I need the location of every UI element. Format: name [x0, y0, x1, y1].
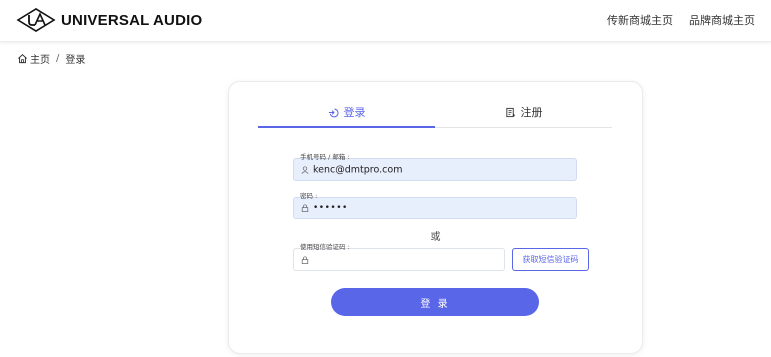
login-card: 登录 注册 手机号码 / 邮箱 : kenc@dmtpro.com 密码 : •… [228, 81, 643, 354]
sms-code-field[interactable]: 使用短信验证码 : [293, 243, 505, 271]
account-label: 手机号码 / 邮箱 : [299, 153, 351, 162]
breadcrumb: 主页 / 登录 [17, 51, 85, 66]
password-value: •••••• [313, 203, 348, 213]
get-sms-code-button[interactable]: 获取短信验证码 [512, 248, 589, 271]
brand-logo[interactable]: UNIVERSAL AUDIO [16, 8, 202, 32]
top-header: UNIVERSAL AUDIO 传新商城主页 品牌商城主页 [0, 0, 771, 42]
home-icon [18, 53, 27, 64]
breadcrumb-current: 登录 [65, 55, 86, 66]
register-icon [505, 107, 515, 117]
password-label: 密码 : [299, 192, 319, 201]
breadcrumb-separator: / [56, 53, 60, 64]
login-icon [328, 108, 339, 117]
user-icon [301, 165, 309, 174]
nav-link-brand-store[interactable]: 品牌商城主页 [689, 12, 755, 28]
breadcrumb-home[interactable]: 主页 [30, 51, 50, 66]
login-submit-button[interactable]: 登 录 [331, 288, 539, 316]
lock-icon [301, 204, 309, 212]
account-value: kenc@dmtpro.com [313, 164, 403, 175]
brand-name: UNIVERSAL AUDIO [61, 11, 203, 29]
tab-register-label: 注册 [520, 106, 543, 119]
account-field[interactable]: 手机号码 / 邮箱 : kenc@dmtpro.com [293, 153, 577, 181]
ua-logo-icon [16, 8, 56, 32]
lock-icon [301, 256, 309, 264]
tab-login-label: 登录 [343, 106, 366, 119]
sms-code-label: 使用短信验证码 : [299, 243, 351, 252]
password-field[interactable]: 密码 : •••••• [293, 192, 577, 219]
or-divider: 或 [430, 232, 441, 243]
nav-link-main-store[interactable]: 传新商城主页 [607, 12, 673, 28]
tab-login[interactable]: 登录 [258, 98, 435, 128]
tab-register[interactable]: 注册 [435, 98, 612, 126]
header-nav: 传新商城主页 品牌商城主页 [607, 12, 755, 28]
auth-tabs: 登录 注册 [258, 98, 612, 128]
